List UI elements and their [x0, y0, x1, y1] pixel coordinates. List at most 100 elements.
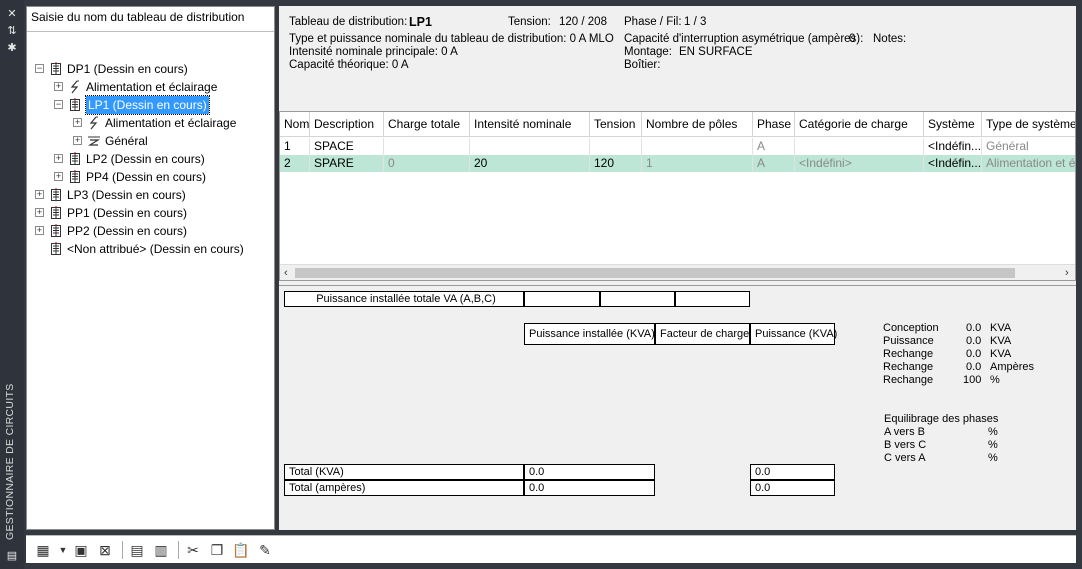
tree-item-label[interactable]: PP2 (Dessin en cours) [67, 222, 187, 240]
table-cell[interactable]: 2 [280, 155, 310, 172]
tree-item-label[interactable]: PP1 (Dessin en cours) [67, 204, 187, 222]
table-cell[interactable]: A [753, 138, 795, 155]
expand-icon[interactable]: + [35, 208, 44, 217]
expand-icon[interactable]: + [35, 190, 44, 199]
palette-menu-icon[interactable]: ▤ [6, 550, 18, 562]
expand-icon[interactable]: + [54, 154, 63, 163]
table-row[interactable]: 2 SPARE 0 20 120 1 A <Indéfini> <Indéfin... Alime… [280, 155, 1075, 172]
main-current-line: Intensité nominale principale: 0 A [289, 46, 458, 58]
column-header[interactable]: Intensité nominale [470, 112, 590, 136]
auto-hide-icon[interactable]: ⇅ [6, 25, 18, 37]
column-header[interactable]: Description [310, 112, 384, 136]
delete-panel-icon[interactable]: ⊠ [96, 541, 114, 559]
scroll-right-icon[interactable]: › [1065, 265, 1069, 280]
expand-icon[interactable]: + [54, 82, 63, 91]
column-header[interactable]: Catégorie de charge [795, 112, 924, 136]
new-panel-icon[interactable]: ▦ [34, 541, 52, 559]
column-header[interactable]: Type de système [982, 112, 1075, 136]
panel-schedule-icon[interactable]: ▤ [128, 541, 146, 559]
collapse-icon[interactable]: − [54, 100, 63, 109]
table-row[interactable]: 1 SPACE A <Indéfin... Général [280, 138, 1075, 155]
horizontal-scrollbar[interactable]: ‹ › [280, 264, 1075, 280]
update-schedule-icon[interactable]: ▥ [152, 541, 170, 559]
table-cell[interactable]: 1 [280, 138, 310, 155]
stat-unit: % [990, 374, 1000, 386]
tree-item-label[interactable]: DP1 (Dessin en cours) [67, 60, 188, 78]
tree-item-label[interactable]: Alimentation et éclairage [105, 114, 236, 132]
palette-title-bar: ✕ ⇅ ✱ GESTIONNAIRE DE CIRCUITS ▤ [0, 0, 24, 569]
tree-item-label[interactable]: Alimentation et éclairage [86, 78, 217, 96]
table-cell[interactable]: Général [982, 138, 1075, 155]
table-cell[interactable] [470, 138, 590, 155]
tree-item-pp2[interactable]: + PP2 (Dessin en cours) [27, 222, 272, 240]
dropdown-arrow-icon[interactable]: ▼ [54, 541, 72, 559]
tree-item-label[interactable]: <Non attribué> (Dessin en cours) [67, 240, 244, 258]
table-cell[interactable]: SPACE [310, 138, 384, 155]
paste-icon[interactable]: 📋 [232, 541, 250, 559]
lightning-icon [87, 116, 101, 130]
tree-item-dp1-alim[interactable]: + Alimentation et éclairage [27, 78, 272, 96]
collapse-icon[interactable]: − [35, 64, 44, 73]
properties-icon[interactable]: ✱ [6, 42, 18, 54]
column-header[interactable]: Charge totale [384, 112, 470, 136]
panel-tree-pane: Saisie du nom du tableau de distribution… [26, 6, 275, 530]
table-cell[interactable] [795, 138, 924, 155]
tree-item-lp1[interactable]: − LP1 (Dessin en cours) [27, 95, 272, 115]
tree-item-na[interactable]: <Non attribué> (Dessin en cours) [27, 240, 272, 258]
copy-icon[interactable]: ❐ [208, 541, 226, 559]
table-cell[interactable]: SPARE [310, 155, 384, 172]
tree-item-lp3[interactable]: + LP3 (Dessin en cours) [27, 186, 272, 204]
table-cell[interactable]: Alimentation et é [982, 155, 1075, 172]
tree-item-label[interactable]: Général [105, 132, 148, 150]
expand-icon[interactable]: + [73, 136, 82, 145]
tree-item-lp2[interactable]: + LP2 (Dessin en cours) [27, 150, 272, 168]
column-header[interactable]: Système [924, 112, 982, 136]
tree-item-label[interactable]: PP4 (Dessin en cours) [86, 168, 206, 186]
tree-item-label[interactable]: LP3 (Dessin en cours) [67, 186, 186, 204]
scrollbar-thumb[interactable] [295, 268, 1015, 278]
circuit-grid[interactable]: Nom Description Charge totale Intensité nom… [279, 111, 1076, 281]
table-cell[interactable] [642, 138, 753, 155]
tree-item-label[interactable]: LP1 (Dessin en cours) [85, 95, 210, 115]
circuit-manager-window: ✕ ⇅ ✱ GESTIONNAIRE DE CIRCUITS ▤ Saisie … [0, 0, 1082, 569]
table-cell[interactable]: <Indéfin... [924, 155, 982, 172]
balance-unit: % [988, 452, 998, 464]
column-header[interactable]: Nom [280, 112, 310, 136]
panel-settings-icon[interactable]: ▣ [72, 541, 90, 559]
panel-icon [68, 152, 82, 166]
cut-icon[interactable]: ✂ [184, 541, 202, 559]
table-cell[interactable]: 20 [470, 155, 590, 172]
column-header[interactable]: Tension [590, 112, 642, 136]
balance-label: C vers A [884, 452, 926, 464]
tree-item-pp1[interactable]: + PP1 (Dessin en cours) [27, 204, 272, 222]
tree-item-lp1-gen[interactable]: + Général [27, 132, 272, 150]
expand-icon[interactable]: + [35, 226, 44, 235]
column-header[interactable]: Phase [753, 112, 795, 136]
table-cell[interactable]: A [753, 155, 795, 172]
stat-unit: KVA [990, 335, 1012, 347]
tree-item-pp4[interactable]: + PP4 (Dessin en cours) [27, 168, 272, 186]
table-cell[interactable]: <Indéfin... [924, 138, 982, 155]
table-cell[interactable]: 120 [590, 155, 642, 172]
table-cell[interactable]: 0 [384, 155, 470, 172]
notes-label: Notes: [873, 33, 907, 45]
total-va-cell-b [600, 291, 675, 307]
tree-item-label[interactable]: LP2 (Dessin en cours) [86, 150, 205, 168]
tree-item-dp1[interactable]: − DP1 (Dessin en cours) [27, 60, 272, 78]
mount-value: EN SURFACE [679, 46, 753, 58]
table-cell[interactable]: 1 [642, 155, 753, 172]
total-kva-value: 0.0 [524, 464, 655, 480]
balance-label: A vers B [884, 426, 925, 438]
column-header[interactable]: Nombre de pôles [642, 112, 753, 136]
scroll-left-icon[interactable]: ‹ [284, 265, 288, 280]
tree-header: Saisie du nom du tableau de distribution [27, 7, 274, 32]
table-cell[interactable] [384, 138, 470, 155]
table-cell[interactable]: <Indéfini> [795, 155, 924, 172]
tree-item-lp1-alim[interactable]: + Alimentation et éclairage [27, 114, 272, 132]
close-icon[interactable]: ✕ [6, 8, 18, 20]
table-cell[interactable] [590, 138, 642, 155]
edit-icon[interactable]: ✎ [256, 541, 274, 559]
expand-icon[interactable]: + [73, 118, 82, 127]
stat-value: 0.0 [966, 361, 982, 373]
expand-icon[interactable]: + [54, 172, 63, 181]
